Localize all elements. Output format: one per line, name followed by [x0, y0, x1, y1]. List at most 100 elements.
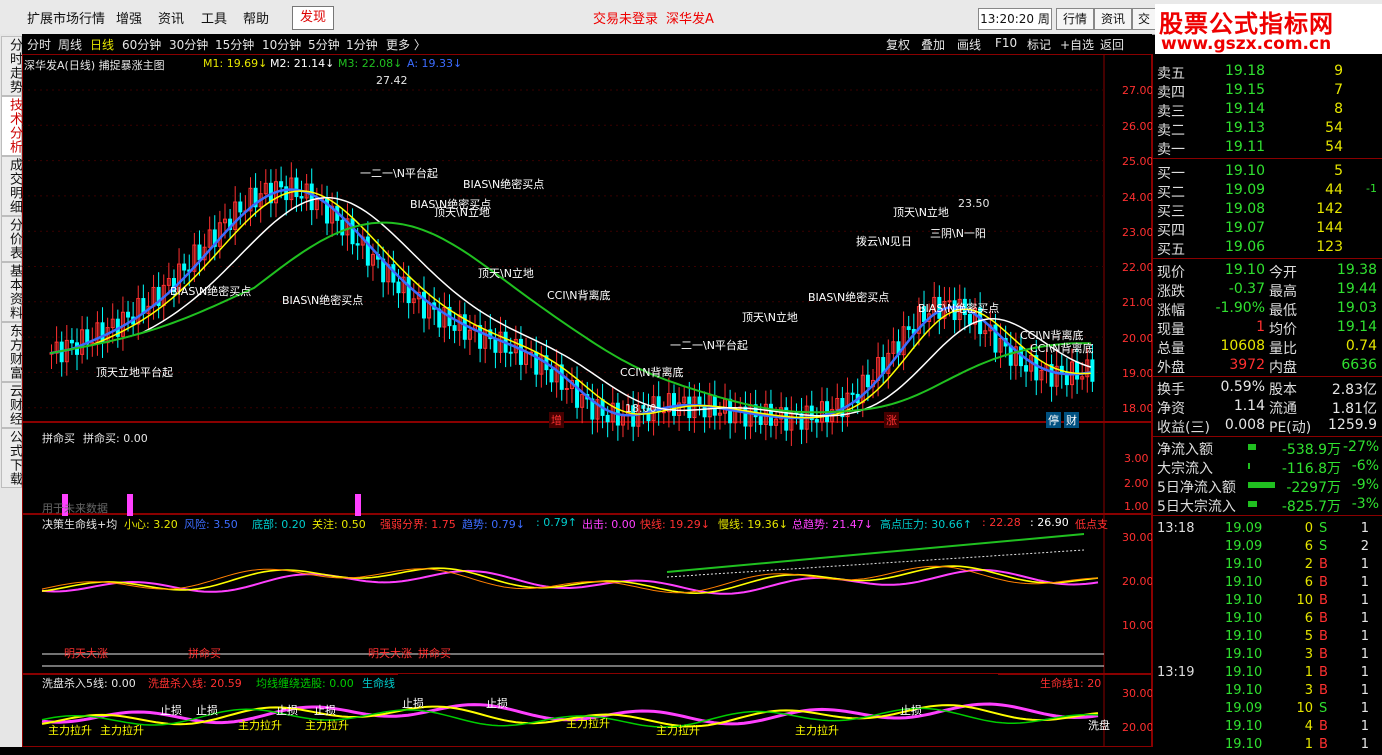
discover-button[interactable]: 发现 [292, 6, 334, 30]
candle-body [421, 291, 426, 319]
login-status[interactable]: 交易未登录 [593, 8, 658, 27]
menu-market-ext[interactable]: 扩展市场行情 [27, 8, 105, 27]
stat-value: 6636 [1341, 357, 1377, 373]
draw-line-button[interactable]: 画线 [957, 36, 981, 53]
ask-row[interactable]: 卖三 19.14 8 [1153, 100, 1382, 120]
tick-time: 13:19 [1157, 665, 1195, 680]
stat-row: 外盘 3972 内盘 6636 [1153, 356, 1382, 376]
menu-enhance[interactable]: 增强 [116, 8, 142, 27]
signal-label: CCI\N背离底 [547, 289, 611, 302]
indicator3-title[interactable]: 决策生命线+均 [42, 516, 117, 532]
indicator3-item: 趋势: 0.79↓ [462, 518, 525, 531]
bid-row[interactable]: 买一 19.10 5 [1153, 162, 1382, 182]
menu-news[interactable]: 资讯 [158, 8, 184, 27]
level-volume: 123 [1316, 239, 1343, 255]
overlay-button[interactable]: 叠加 [921, 36, 945, 53]
stock-short-name: 深华发A [666, 12, 714, 27]
mark-button[interactable]: 标记 [1027, 36, 1051, 53]
tab-trades[interactable]: 成交明细 [1, 156, 22, 216]
level-volume: 54 [1325, 139, 1343, 155]
level-price: 19.13 [1225, 120, 1266, 136]
ma-m1-value: M1: 19.69↓ [203, 57, 268, 70]
period-weekly[interactable]: 周线 [58, 36, 82, 53]
indicator4-item[interactable]: 洗盘杀入5线: 0.00 [42, 675, 136, 691]
tab-formula-download[interactable]: 公式下载 [1, 428, 22, 488]
bid-row[interactable]: 买二 19.09 44 -1 [1153, 181, 1382, 201]
indicator3-item: 快线: 19.29↓ [640, 518, 710, 531]
divider [1153, 515, 1382, 516]
period-more[interactable]: 更多 〉 [386, 36, 426, 53]
f10-button[interactable]: F10 [995, 36, 1017, 50]
tab-price-table[interactable]: 分价表 [1, 216, 22, 262]
signal-label: 一二一\N平台起 [360, 167, 438, 180]
flow-label: 净流入额 [1157, 442, 1213, 458]
tick-side: B [1319, 557, 1328, 572]
level-volume: 144 [1316, 220, 1343, 236]
stat-value: 19.38 [1336, 262, 1377, 278]
indicator3-item: 高点压力: 30.66↑ [880, 518, 972, 531]
period-10min[interactable]: 10分钟 [262, 36, 301, 53]
add-watchlist-button[interactable]: +自选 [1060, 36, 1094, 53]
ask-row[interactable]: 卖四 19.15 7 [1153, 81, 1382, 101]
event-marker[interactable]: 涨 [884, 412, 899, 428]
tick-count: 1 [1360, 611, 1369, 626]
bid-row[interactable]: 买四 19.07 144 [1153, 219, 1382, 239]
tab-eastmoney[interactable]: 东方财富 [1, 322, 22, 382]
flow-value: -2297万 [1286, 480, 1341, 496]
tick-side: B [1319, 683, 1328, 698]
tab-intraday[interactable]: 分时走势 [1, 36, 22, 96]
period-intraday[interactable]: 分时 [27, 36, 51, 53]
tick-price: 19.09 [1225, 521, 1263, 536]
info-button[interactable]: 资讯 [1094, 8, 1132, 30]
tab-profile[interactable]: 基本资料 [1, 262, 22, 322]
bid-row[interactable]: 买三 19.08 142 [1153, 200, 1382, 220]
bid-row[interactable]: 买五 19.06 123 [1153, 238, 1382, 258]
y-tick: 1.00 [1124, 500, 1149, 513]
event-marker[interactable]: 财 [1064, 412, 1079, 428]
tick-price: 19.10 [1225, 665, 1263, 680]
stat-row: 涨跌 -0.37 最高 19.44 [1153, 280, 1382, 300]
ask-row[interactable]: 卖一 19.11 54 [1153, 138, 1382, 158]
quote-button[interactable]: 行情 [1056, 8, 1094, 30]
tick-row: 19.10 10 B 1 [1153, 592, 1382, 611]
period-daily[interactable]: 日线 [90, 36, 114, 53]
tab-technical[interactable]: 技术分析 [1, 96, 22, 156]
level-price: 19.14 [1225, 101, 1266, 117]
candle-body [508, 351, 513, 354]
period-1min[interactable]: 1分钟 [346, 36, 378, 53]
period-30min[interactable]: 30分钟 [169, 36, 208, 53]
tick-count: 1 [1360, 665, 1369, 680]
indicator2-title[interactable]: 拼命买 [42, 430, 75, 446]
ask-row[interactable]: 卖二 19.13 54 [1153, 119, 1382, 139]
trade-button[interactable]: 交易 [1132, 8, 1156, 30]
event-marker[interactable]: 增 [549, 412, 564, 428]
adjust-button[interactable]: 复权 [886, 36, 910, 53]
fund-label: 流通 [1269, 401, 1297, 417]
menu-tools[interactable]: 工具 [201, 8, 227, 27]
flow-label: 大宗流入 [1157, 461, 1213, 477]
tick-side: B [1319, 611, 1328, 626]
y-tick: 22.00 [1122, 261, 1154, 274]
ask-row[interactable]: 卖五 19.18 9 [1153, 62, 1382, 82]
period-15min[interactable]: 15分钟 [215, 36, 254, 53]
stat-value: -0.37 [1228, 281, 1265, 297]
level-volume: 8 [1334, 101, 1343, 117]
candle-body [1075, 361, 1080, 380]
tick-volume: 6 [1304, 539, 1313, 554]
back-button[interactable]: 返回 [1100, 36, 1124, 53]
indicator4-item: 生命线1: 20 [1040, 677, 1102, 690]
tab-yuncaijing[interactable]: 云财经 [1, 382, 22, 428]
main-chart-title: 深华发A(日线) 捕捉暴涨主图 [24, 59, 165, 72]
period-5min[interactable]: 5分钟 [308, 36, 340, 53]
event-marker[interactable]: 停 [1046, 412, 1061, 428]
kline-chart-area[interactable] [22, 54, 1152, 747]
candle-body [452, 325, 457, 331]
stat-label: 最高 [1269, 284, 1297, 300]
period-60min[interactable]: 60分钟 [122, 36, 161, 53]
ma-m3-value: M3: 22.08↓ [338, 57, 403, 70]
signal-label: 止损 [196, 704, 218, 717]
y-tick: 20.00 [1122, 575, 1154, 588]
tick-side: B [1319, 737, 1328, 752]
indicator3-item: : 0.79↑ [536, 516, 577, 529]
menu-help[interactable]: 帮助 [243, 8, 269, 27]
